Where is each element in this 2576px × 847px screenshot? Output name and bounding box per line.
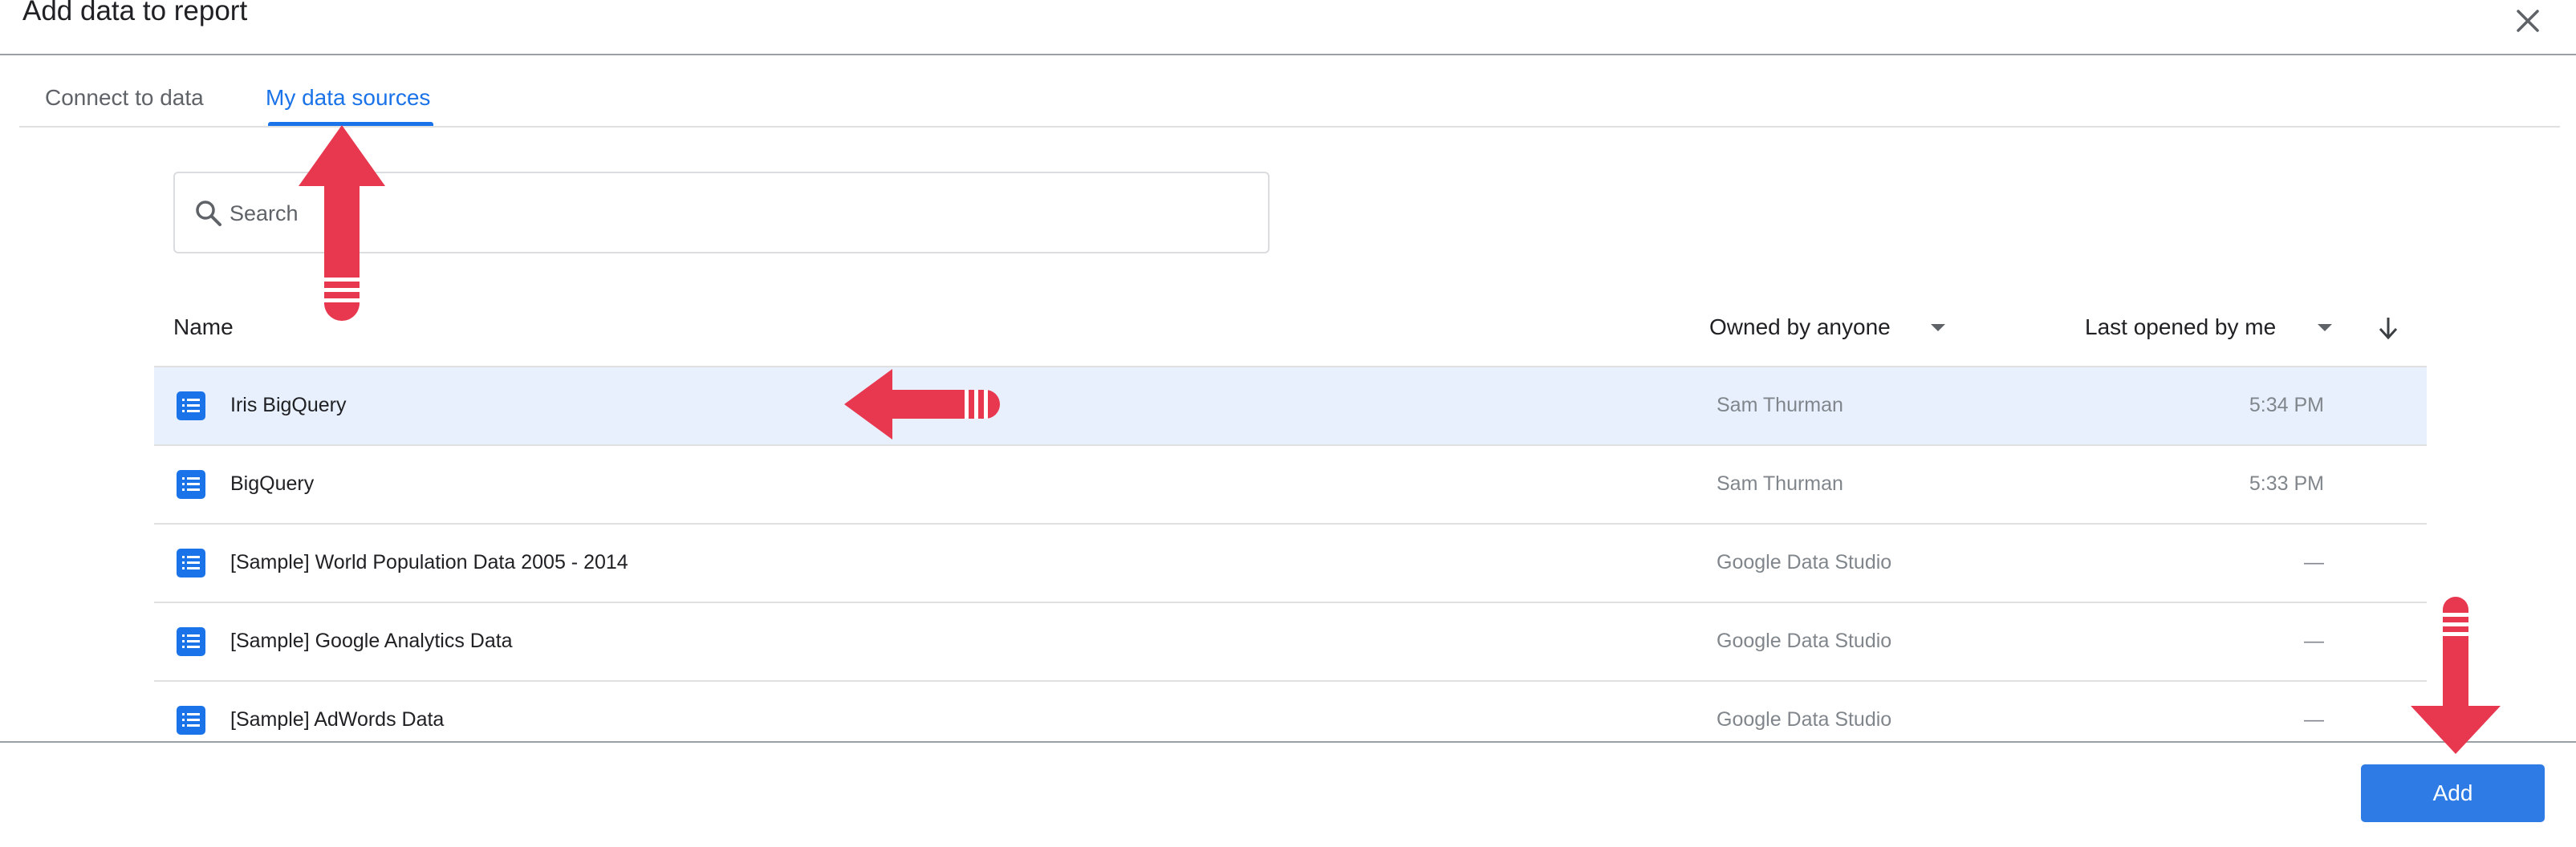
data-source-icon bbox=[177, 706, 205, 735]
footer-divider bbox=[0, 741, 2576, 743]
data-source-name: BigQuery bbox=[230, 472, 315, 495]
data-source-last-opened: 5:33 PM bbox=[2249, 472, 2324, 495]
data-source-last-opened: 5:34 PM bbox=[2249, 394, 2324, 416]
column-header-name[interactable]: Name bbox=[173, 314, 234, 340]
dialog-footer: Add bbox=[0, 743, 2576, 847]
close-icon[interactable] bbox=[2510, 3, 2546, 38]
table-row[interactable]: Iris BigQuery Sam Thurman 5:34 PM bbox=[154, 367, 2427, 446]
caret-down-icon[interactable] bbox=[1931, 324, 1945, 331]
tabs-divider bbox=[19, 126, 2560, 128]
left-arrow-icon bbox=[844, 369, 1000, 440]
data-source-last-opened: — bbox=[2304, 630, 2324, 652]
data-source-icon bbox=[177, 549, 205, 578]
table-row[interactable]: [Sample] Google Analytics Data Google Da… bbox=[154, 603, 2427, 682]
up-arrow-icon bbox=[299, 125, 385, 321]
title-divider bbox=[0, 54, 2576, 55]
tab-my-data-sources[interactable]: My data sources bbox=[266, 85, 430, 111]
table-row[interactable]: BigQuery Sam Thurman 5:33 PM bbox=[154, 446, 2427, 525]
table-row[interactable]: [Sample] World Population Data 2005 - 20… bbox=[154, 525, 2427, 603]
tab-connect-to-data[interactable]: Connect to data bbox=[45, 85, 204, 111]
data-source-icon bbox=[177, 470, 205, 499]
data-source-icon bbox=[177, 391, 205, 420]
down-arrow-icon bbox=[2411, 597, 2501, 754]
add-button[interactable]: Add bbox=[2361, 764, 2545, 822]
data-source-last-opened: — bbox=[2304, 708, 2324, 731]
dialog-title: Add data to report bbox=[22, 0, 248, 26]
caret-down-icon[interactable] bbox=[2318, 324, 2332, 331]
data-source-name: Iris BigQuery bbox=[230, 394, 347, 416]
sort-filter-dropdown[interactable]: Last opened by me bbox=[2085, 314, 2276, 340]
data-source-name: [Sample] World Population Data 2005 - 20… bbox=[230, 551, 628, 573]
data-source-name: [Sample] AdWords Data bbox=[230, 708, 445, 731]
data-source-owner: Sam Thurman bbox=[1717, 394, 1843, 416]
data-source-owner: Sam Thurman bbox=[1717, 472, 1843, 495]
data-source-last-opened: — bbox=[2304, 551, 2324, 573]
search-icon bbox=[196, 201, 221, 226]
data-source-icon bbox=[177, 627, 205, 656]
owner-filter-dropdown[interactable]: Owned by anyone bbox=[1709, 314, 1891, 340]
data-source-owner: Google Data Studio bbox=[1717, 708, 1892, 731]
data-source-owner: Google Data Studio bbox=[1717, 551, 1892, 573]
data-source-owner: Google Data Studio bbox=[1717, 630, 1892, 652]
arrow-down-icon[interactable] bbox=[2375, 314, 2401, 342]
data-source-name: [Sample] Google Analytics Data bbox=[230, 630, 513, 652]
